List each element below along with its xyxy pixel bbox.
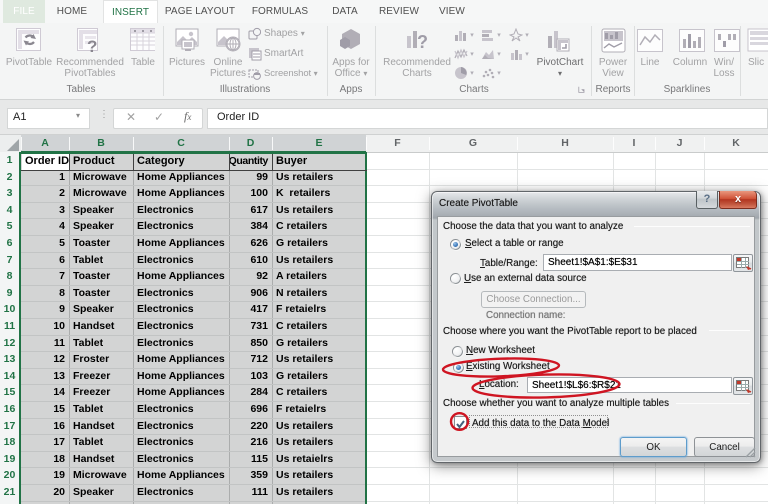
svg-text:?: ? xyxy=(417,32,428,52)
svg-text:?: ? xyxy=(87,37,97,54)
